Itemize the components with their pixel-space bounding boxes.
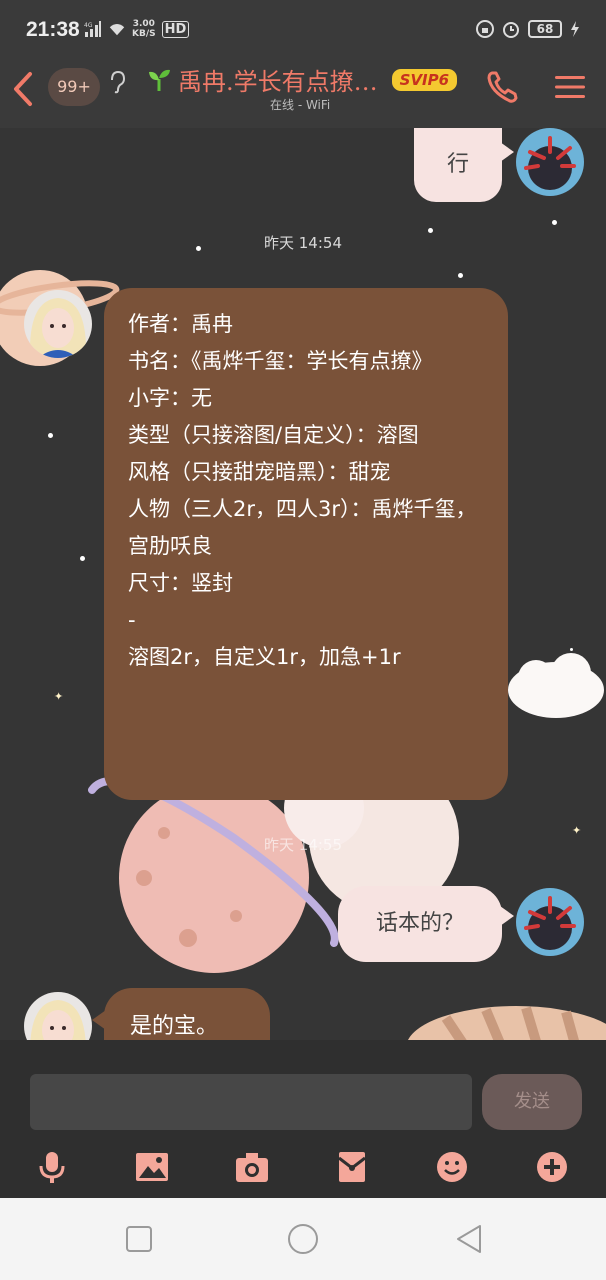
circle-home-icon[interactable] [286, 1222, 320, 1256]
wifi-icon [109, 24, 125, 36]
charging-icon [571, 21, 579, 37]
background-star [80, 556, 85, 561]
battery-indicator: 68 [528, 20, 562, 38]
contact-avatar[interactable] [24, 992, 92, 1040]
net-speed: 3.00 KB/S [132, 19, 156, 39]
message-text: 行 [446, 152, 469, 177]
plus-icon[interactable] [534, 1150, 570, 1184]
message-timestamp: 昨天 14:54 [264, 234, 342, 252]
hd-badge: HD [161, 20, 190, 38]
unread-count-badge[interactable]: 99+ [48, 68, 100, 106]
back-icon[interactable] [10, 70, 38, 108]
background-star [458, 273, 463, 278]
message-text: 是的宝。 [130, 1014, 219, 1039]
chat-area[interactable]: ✦ ✦ 行 昨天 14:54 作者：禹冉 书名：《禹烨千玺：学长有点撩》 小字：… [0, 128, 606, 1040]
send-button[interactable]: 发送 [482, 1074, 582, 1130]
message-bubble-outgoing[interactable]: 行 [414, 128, 514, 202]
message-bubble-incoming[interactable]: 作者：禹冉 书名：《禹烨千玺：学长有点撩》 小字：无 类型（只接溶图/自定义）：… [104, 288, 508, 800]
phone-call-icon[interactable] [486, 70, 518, 104]
sparkle-icon: ✦ [54, 690, 64, 703]
square-recent-icon[interactable] [122, 1222, 156, 1256]
alarm-icon [503, 22, 519, 38]
background-star [552, 220, 557, 225]
speed-value: 3.00 [132, 19, 155, 29]
input-area: 发送 [0, 1040, 606, 1198]
signal-icon: 4G [84, 21, 101, 37]
message-bubble-outgoing[interactable]: 话本的？ [338, 886, 514, 962]
avatar-image [24, 290, 92, 358]
background-star [48, 433, 53, 438]
network-type: 4G [84, 22, 93, 29]
svip-badge: SVIP6 [391, 68, 458, 91]
red-packet-icon[interactable] [334, 1150, 370, 1184]
chat-toolbar [0, 1144, 606, 1190]
avatar-image [24, 992, 92, 1040]
lock-rotation-icon [476, 20, 494, 38]
mic-icon[interactable] [34, 1150, 70, 1184]
system-navigation-bar [0, 1198, 606, 1280]
chat-header: 99+ 禹冉.学长有点撩… SVIP6 在线 - WiFi [0, 48, 606, 128]
message-text: 话本的？ [375, 911, 464, 936]
cloud-decoration [508, 653, 604, 718]
camera-icon[interactable] [234, 1150, 270, 1184]
striped-planet-decoration [408, 1006, 606, 1040]
status-time: 21:38 [26, 18, 80, 41]
message-text: 作者：禹冉 书名：《禹烨千玺：学长有点撩》 小字：无 类型（只接溶图/自定义）：… [128, 312, 477, 669]
my-avatar[interactable] [516, 128, 584, 196]
speed-unit: KB/S [132, 29, 156, 39]
my-avatar[interactable] [516, 888, 584, 956]
image-icon[interactable] [134, 1150, 170, 1184]
message-input[interactable] [30, 1074, 472, 1130]
chat-title[interactable]: 禹冉.学长有点撩… [178, 62, 378, 97]
contact-avatar[interactable] [24, 290, 92, 358]
message-bubble-incoming[interactable]: 是的宝。 [92, 988, 270, 1040]
triangle-back-icon[interactable] [452, 1222, 486, 1256]
avatar-image [516, 128, 584, 196]
menu-icon[interactable] [555, 74, 585, 100]
message-timestamp: 昨天 14:55 [264, 836, 342, 854]
avatar-image [516, 888, 584, 956]
sprout-icon [149, 69, 170, 91]
emoji-icon[interactable] [434, 1150, 470, 1184]
earpiece-mode-icon[interactable] [108, 70, 126, 94]
online-status: 在线 - WiFi [270, 98, 331, 112]
